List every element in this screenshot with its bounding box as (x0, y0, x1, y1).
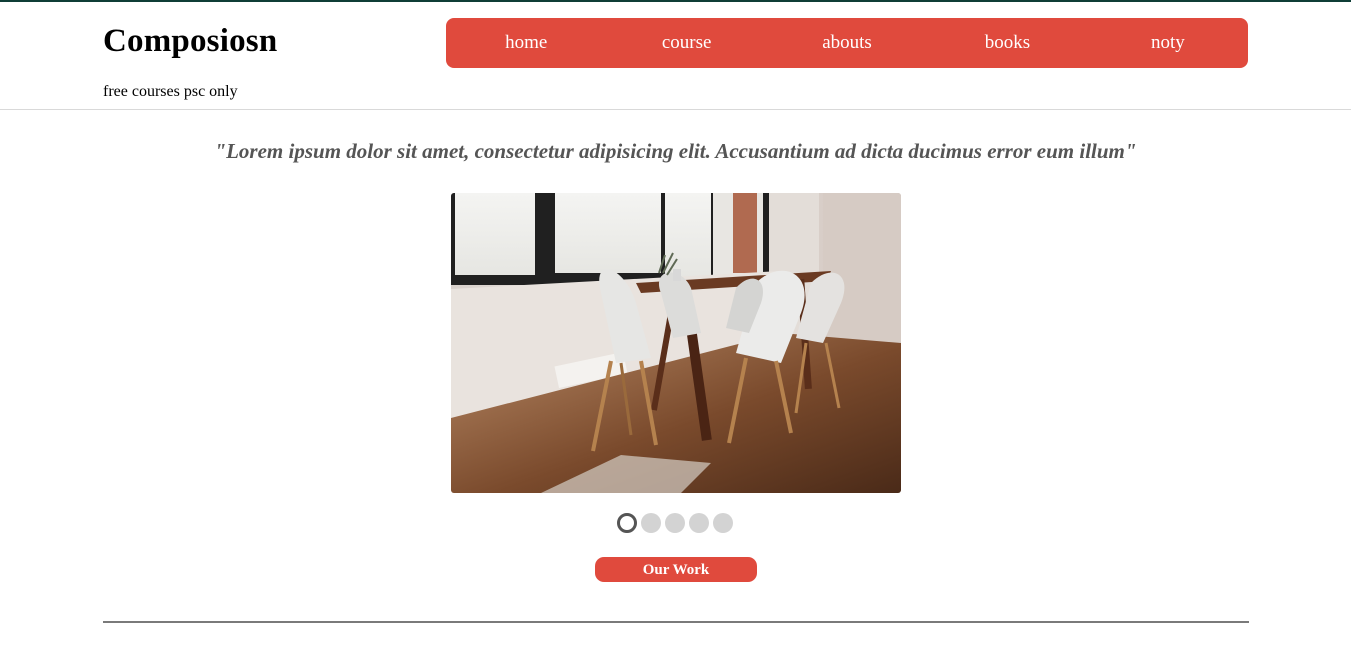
slider-dot-5[interactable] (713, 513, 733, 533)
nav-item-abouts[interactable]: abouts (767, 18, 927, 68)
dining-room-photo (451, 193, 901, 493)
section-divider (103, 621, 1249, 623)
slider-dot-1[interactable] (617, 513, 637, 533)
brand: Composiosn free courses psc only (103, 22, 277, 102)
nav-item-home[interactable]: home (446, 18, 606, 68)
slider-dot-3[interactable] (665, 513, 685, 533)
slider-dots (617, 513, 733, 533)
our-work-button[interactable]: Our Work (595, 557, 757, 582)
nav-item-course[interactable]: course (606, 18, 766, 68)
slider-dot-4[interactable] (689, 513, 709, 533)
site-tagline: free courses psc only (103, 83, 238, 100)
nav-item-noty[interactable]: noty (1088, 18, 1248, 68)
site-title[interactable]: Composiosn (103, 22, 277, 60)
slider-dot-2[interactable] (641, 513, 661, 533)
main-nav: home course abouts books noty (446, 18, 1248, 68)
site-header: Composiosn free courses psc only home co… (0, 2, 1351, 110)
nav-item-books[interactable]: books (927, 18, 1087, 68)
slider-image (451, 193, 901, 493)
hero-quote: "Lorem ipsum dolor sit amet, consectetur… (214, 139, 1137, 163)
